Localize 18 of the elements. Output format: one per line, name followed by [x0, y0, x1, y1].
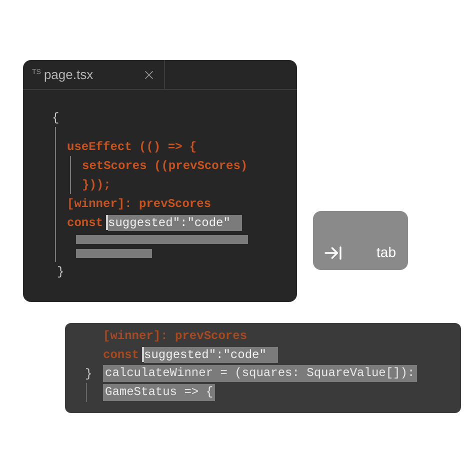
code-keyword: const [103, 346, 140, 364]
selected-code: calculateWinner = (squares: SquareValue[]): [103, 365, 417, 382]
selected-code: GameStatus => { [103, 384, 216, 401]
inline-suggestion: suggested":"code" [144, 346, 278, 362]
inline-suggestion: suggested":"code" [108, 214, 242, 230]
closing-brace: } [57, 264, 64, 280]
key-label: tab [376, 243, 396, 262]
code-line: setScores ((prevScores) [82, 158, 248, 174]
code-line: [winner]: prevScores [67, 196, 212, 212]
text-cursor [142, 347, 144, 362]
opening-brace: { [52, 110, 60, 126]
text-cursor [106, 215, 108, 230]
code-keyword: const [67, 214, 104, 232]
closing-brace: } [85, 366, 94, 382]
code-line: [winner]: prevScores [103, 328, 248, 344]
tab-filename: page.tsx [44, 66, 94, 84]
code-line: useEffect (() => { [67, 138, 197, 156]
code-line: })); [82, 176, 111, 194]
